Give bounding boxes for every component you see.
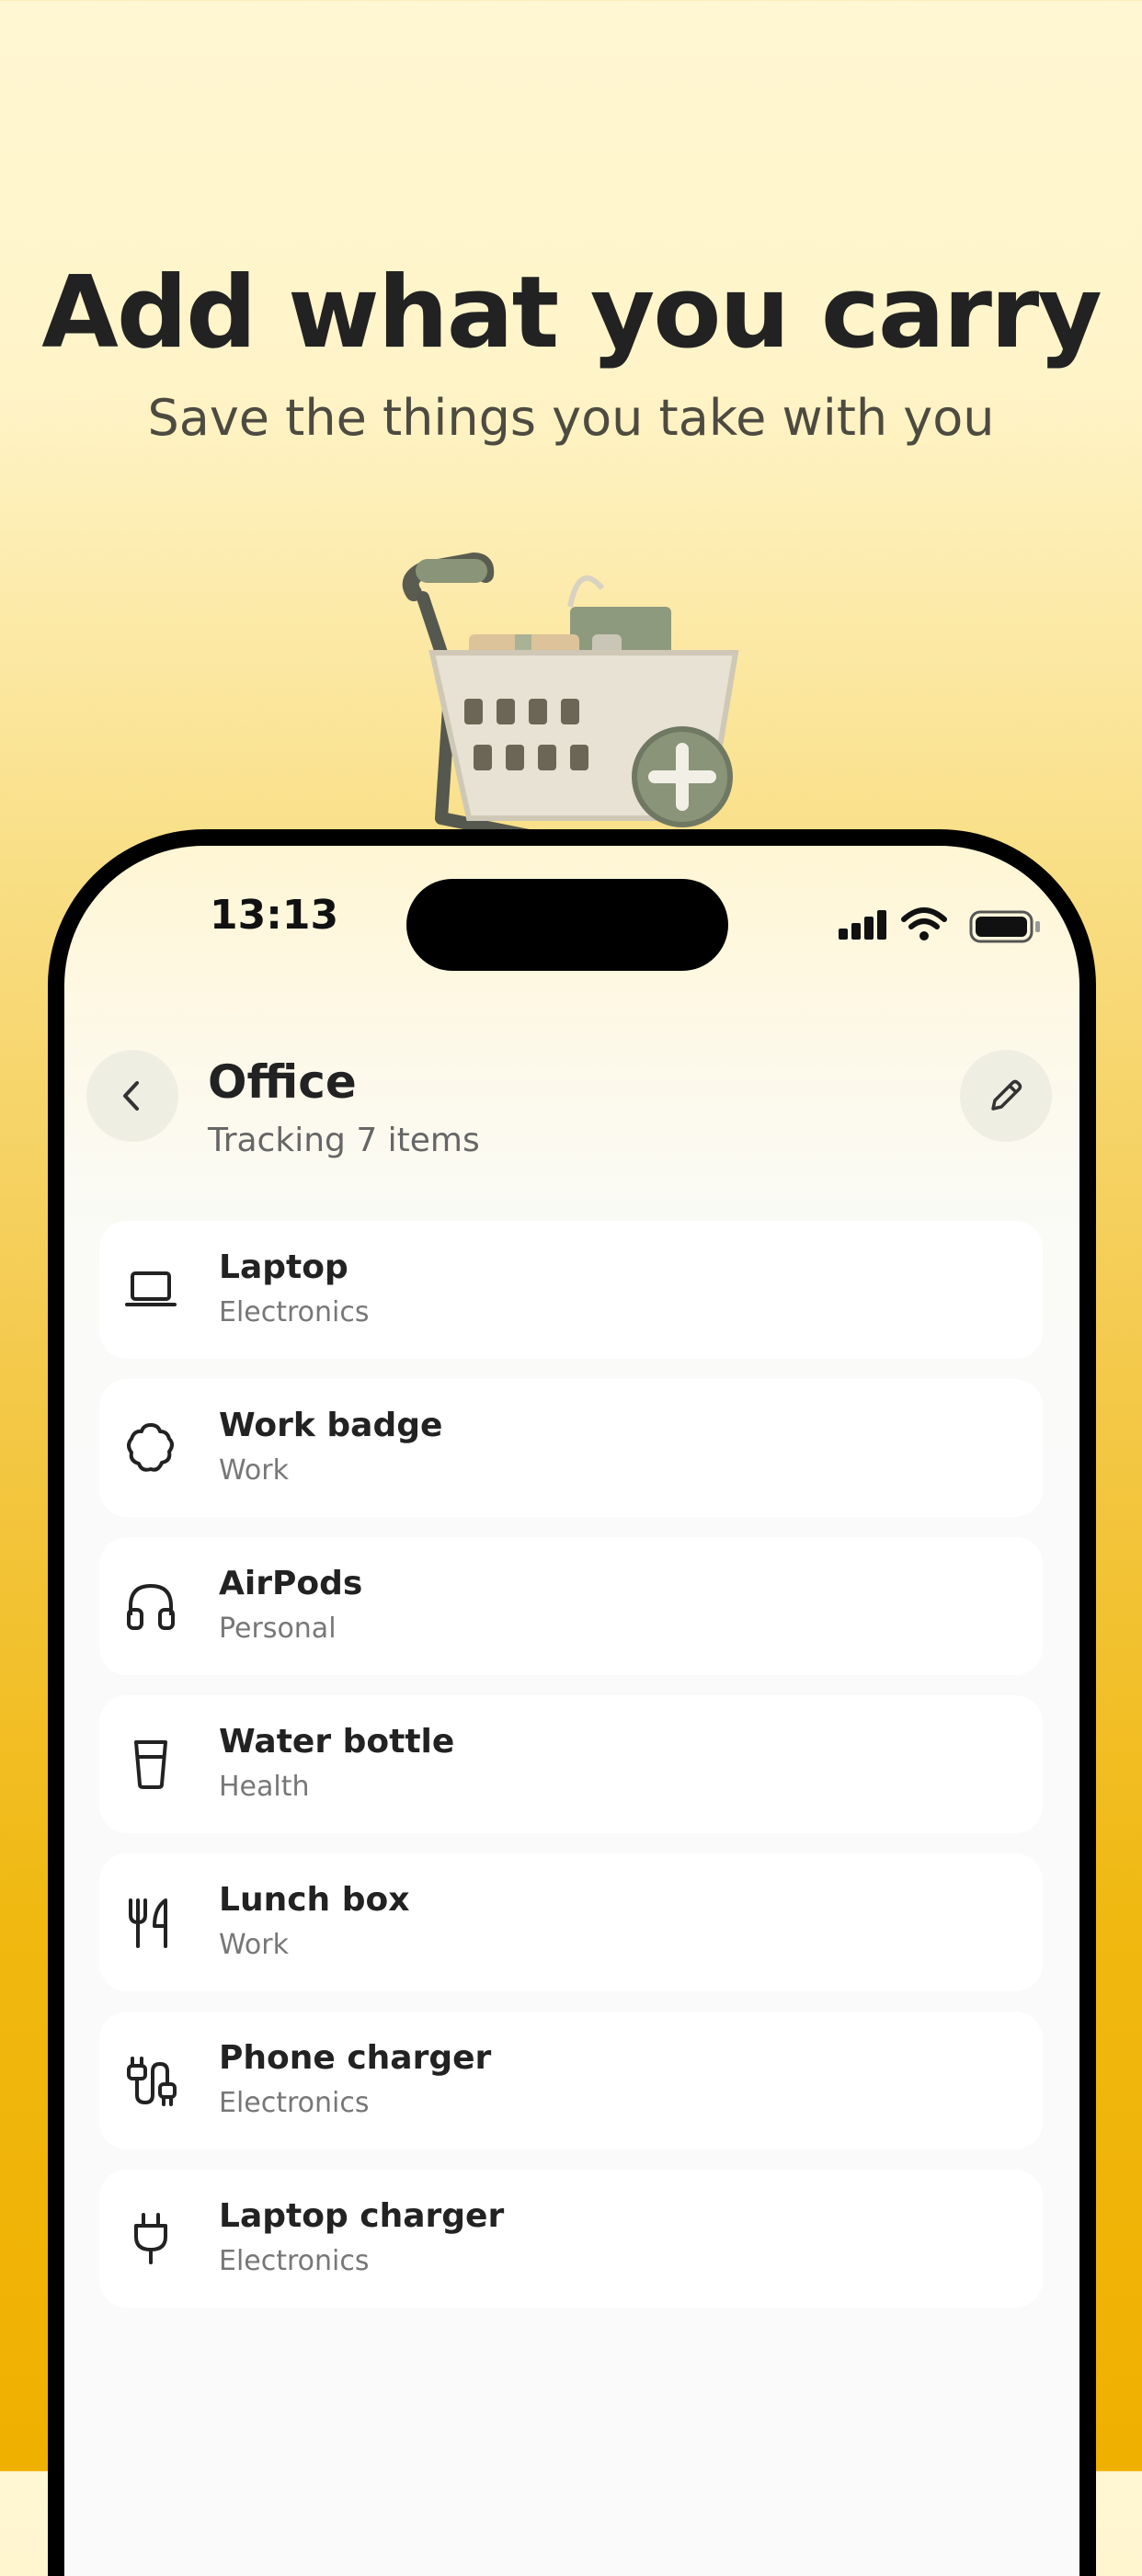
item-category: Electronics xyxy=(219,1296,370,1328)
list-item[interactable]: AirPods Personal xyxy=(99,1537,1043,1675)
wifi-icon xyxy=(901,907,947,929)
battery-icon xyxy=(969,910,1040,943)
list-item[interactable]: Laptop charger Electronics xyxy=(99,2170,1043,2308)
edit-button[interactable] xyxy=(960,1050,1052,1142)
item-name: Laptop xyxy=(219,1248,348,1286)
page-title: Office xyxy=(208,1055,357,1109)
hero-subheadline: Save the things you take with you xyxy=(147,389,995,447)
cable-icon xyxy=(127,2057,177,2106)
item-category: Personal xyxy=(219,1613,337,1645)
item-name: Phone charger xyxy=(219,2039,492,2077)
item-category: Health xyxy=(219,1771,310,1803)
list-item[interactable]: Work badge Work xyxy=(99,1379,1043,1517)
headphones-icon xyxy=(127,1583,175,1630)
utensils-icon xyxy=(129,1898,167,1948)
status-time: 13:13 xyxy=(210,892,339,939)
cup-icon xyxy=(134,1740,167,1789)
shopping-cart-illustration xyxy=(402,552,739,843)
back-button[interactable] xyxy=(86,1050,178,1142)
list-item[interactable]: Water bottle Health xyxy=(99,1695,1043,1833)
signal-icon xyxy=(839,910,886,940)
item-name: Lunch box xyxy=(219,1881,410,1919)
item-category: Electronics xyxy=(219,2087,370,2119)
list-item[interactable]: Phone charger Electronics xyxy=(99,2012,1043,2149)
list-item[interactable]: Laptop Electronics xyxy=(99,1221,1043,1359)
phone-frame: 13:13 Office Tracking 7 items Laptop Ele… xyxy=(48,829,1096,2576)
list-item[interactable]: Lunch box Work xyxy=(99,1853,1043,1991)
item-list: Laptop Electronics Work badge Work AirPo… xyxy=(99,1221,1043,2328)
item-name: Laptop charger xyxy=(219,2197,505,2235)
page-subtitle: Tracking 7 items xyxy=(208,1122,480,1159)
dynamic-island xyxy=(406,879,728,971)
status-icons xyxy=(839,907,1040,943)
item-name: Work badge xyxy=(219,1407,443,1444)
item-category: Electronics xyxy=(219,2245,370,2277)
item-category: Work xyxy=(219,1929,289,1961)
item-name: Water bottle xyxy=(219,1723,455,1761)
item-category: Work xyxy=(219,1454,289,1487)
phone-screen: 13:13 Office Tracking 7 items Laptop Ele… xyxy=(64,846,1079,2576)
pencil-icon xyxy=(991,1079,1022,1111)
badge-icon xyxy=(127,1423,174,1472)
chevron-left-icon xyxy=(123,1081,139,1111)
item-name: AirPods xyxy=(219,1565,363,1602)
laptop-icon xyxy=(125,1271,177,1306)
hero-headline: Add what you carry xyxy=(41,256,1102,370)
plug-icon xyxy=(134,2213,167,2264)
